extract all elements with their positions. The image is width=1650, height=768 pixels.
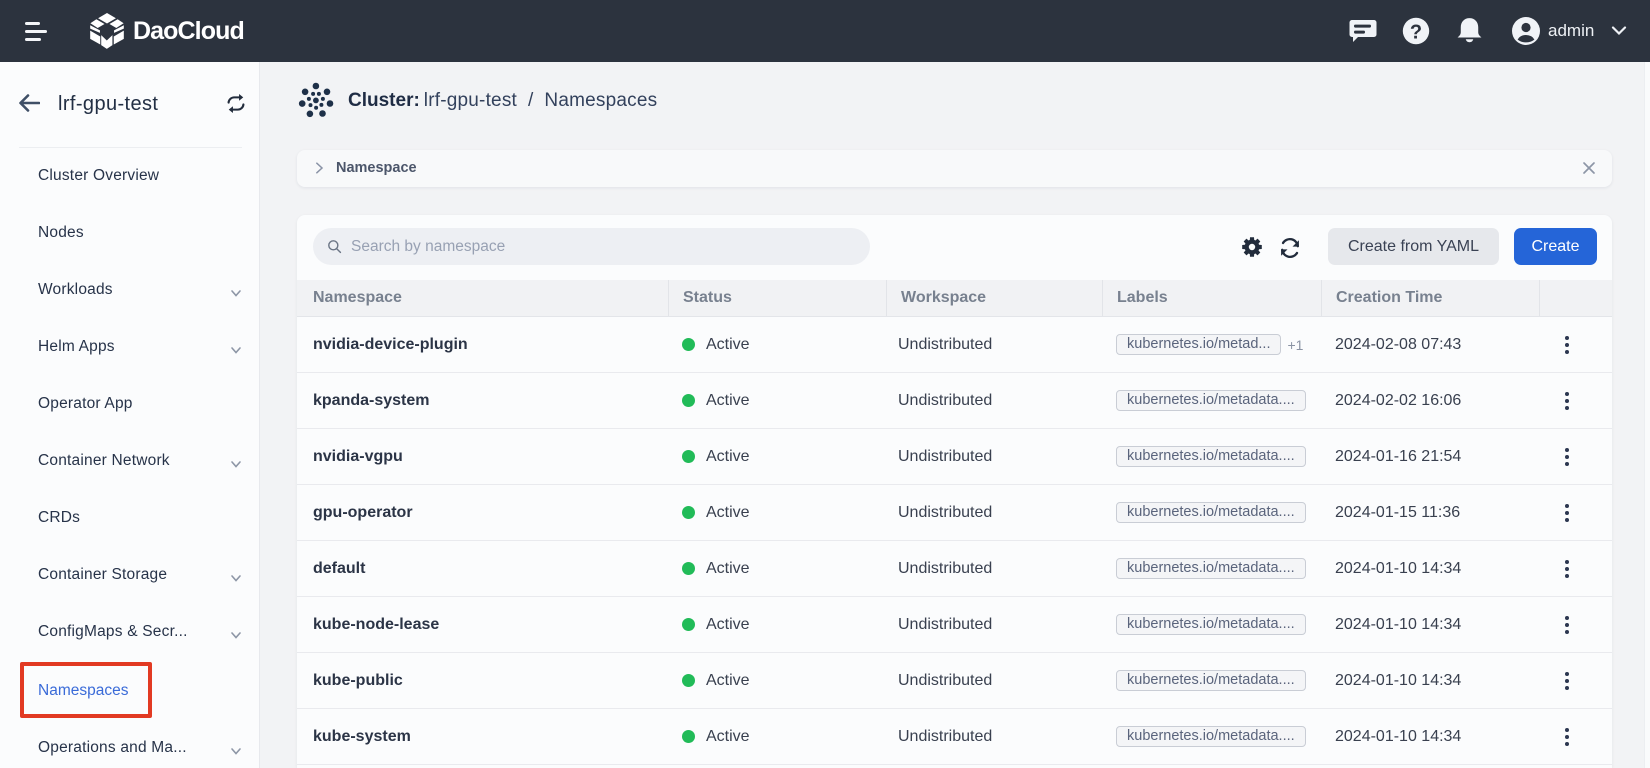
svg-text:?: ? [1410,22,1422,44]
